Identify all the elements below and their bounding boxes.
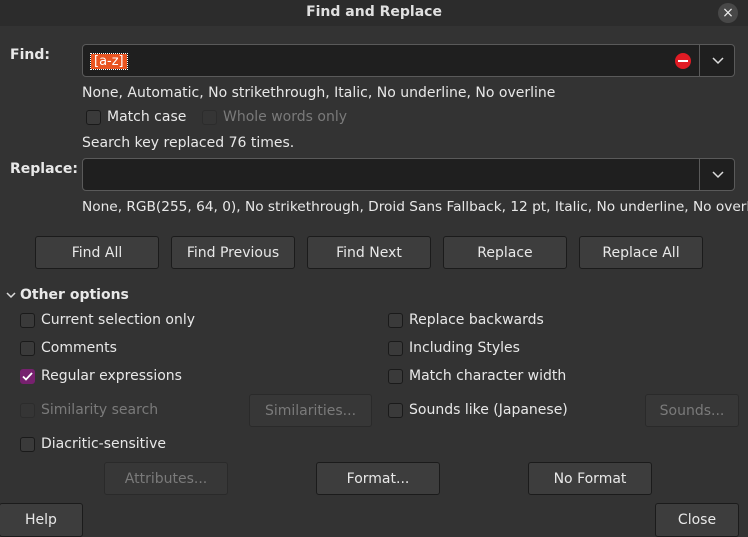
match-character-width-checkbox[interactable] xyxy=(388,368,403,384)
find-previous-button[interactable]: Find Previous xyxy=(171,236,295,269)
match-character-width-label: Match character width xyxy=(409,368,567,384)
chevron-down-icon xyxy=(711,56,724,64)
regular-expressions-option[interactable]: Regular expressions xyxy=(20,368,182,384)
replace-combobox[interactable] xyxy=(82,158,735,191)
current-selection-checkbox[interactable] xyxy=(20,312,35,328)
replace-dropdown-button[interactable] xyxy=(699,159,735,190)
chevron-down-icon xyxy=(711,170,724,178)
diacritic-sensitive-option[interactable]: Diacritic-sensitive xyxy=(20,436,166,452)
find-label: Find: xyxy=(10,47,50,63)
diacritic-sensitive-checkbox[interactable] xyxy=(20,436,35,452)
match-character-width-option[interactable]: Match character width xyxy=(388,368,566,384)
comments-option[interactable]: Comments xyxy=(20,340,117,356)
regular-expressions-label: Regular expressions xyxy=(41,368,182,384)
current-selection-option[interactable]: Current selection only xyxy=(20,312,195,328)
including-styles-label: Including Styles xyxy=(409,340,520,356)
close-window-button[interactable]: × xyxy=(718,3,738,23)
similarities-button: Similarities... xyxy=(249,394,372,427)
comments-label: Comments xyxy=(41,340,117,356)
replace-input[interactable] xyxy=(91,167,691,183)
no-format-button[interactable]: No Format xyxy=(528,462,652,495)
sounds-button: Sounds... xyxy=(645,394,739,427)
similarity-search-option: Similarity search xyxy=(20,402,158,418)
find-all-button[interactable]: Find All xyxy=(35,236,159,269)
replace-label: Replace: xyxy=(10,161,78,177)
diacritic-sensitive-label: Diacritic-sensitive xyxy=(41,436,166,452)
replace-backwards-checkbox[interactable] xyxy=(388,312,403,328)
find-format-summary: None, Automatic, No strikethrough, Itali… xyxy=(82,85,556,101)
find-input[interactable]: [a-z] xyxy=(90,53,128,70)
match-case-option[interactable]: Match case xyxy=(86,109,186,125)
attributes-button: Attributes... xyxy=(104,462,228,495)
close-button[interactable]: Close xyxy=(655,503,739,537)
sounds-like-option[interactable]: Sounds like (Japanese) xyxy=(388,402,568,418)
checkmark-icon xyxy=(22,371,33,381)
including-styles-checkbox[interactable] xyxy=(388,340,403,356)
other-options-header: Other options xyxy=(20,287,129,303)
replace-backwards-label: Replace backwards xyxy=(409,312,544,328)
help-button[interactable]: Help xyxy=(0,503,83,537)
replace-all-button[interactable]: Replace All xyxy=(579,236,703,269)
replace-backwards-option[interactable]: Replace backwards xyxy=(388,312,544,328)
similarity-search-label: Similarity search xyxy=(41,402,159,418)
no-entry-icon xyxy=(675,53,691,69)
find-combobox[interactable]: [a-z] xyxy=(82,44,735,77)
find-input-selected-text: [a-z] xyxy=(90,53,128,70)
whole-words-option: Whole words only xyxy=(202,109,347,125)
window-title: Find and Replace xyxy=(306,4,442,20)
find-next-button[interactable]: Find Next xyxy=(307,236,431,269)
chevron-down-icon xyxy=(6,292,16,299)
comments-checkbox[interactable] xyxy=(20,340,35,356)
including-styles-option[interactable]: Including Styles xyxy=(388,340,520,356)
sounds-like-checkbox[interactable] xyxy=(388,402,403,418)
replace-format-summary: None, RGB(255, 64, 0), No strikethrough,… xyxy=(82,199,748,215)
search-status-text: Search key replaced 76 times. xyxy=(82,135,295,151)
match-case-checkbox[interactable] xyxy=(86,109,101,125)
whole-words-checkbox xyxy=(202,109,217,125)
find-dropdown-button[interactable] xyxy=(699,45,735,76)
current-selection-label: Current selection only xyxy=(41,312,196,328)
sounds-like-label: Sounds like (Japanese) xyxy=(409,402,568,418)
whole-words-label: Whole words only xyxy=(223,109,348,125)
format-button[interactable]: Format... xyxy=(316,462,440,495)
similarity-search-checkbox xyxy=(20,402,35,418)
replace-button[interactable]: Replace xyxy=(443,236,567,269)
regular-expressions-checkbox[interactable] xyxy=(20,368,35,384)
match-case-label: Match case xyxy=(107,109,187,125)
other-options-expander[interactable]: Other options xyxy=(6,287,129,303)
